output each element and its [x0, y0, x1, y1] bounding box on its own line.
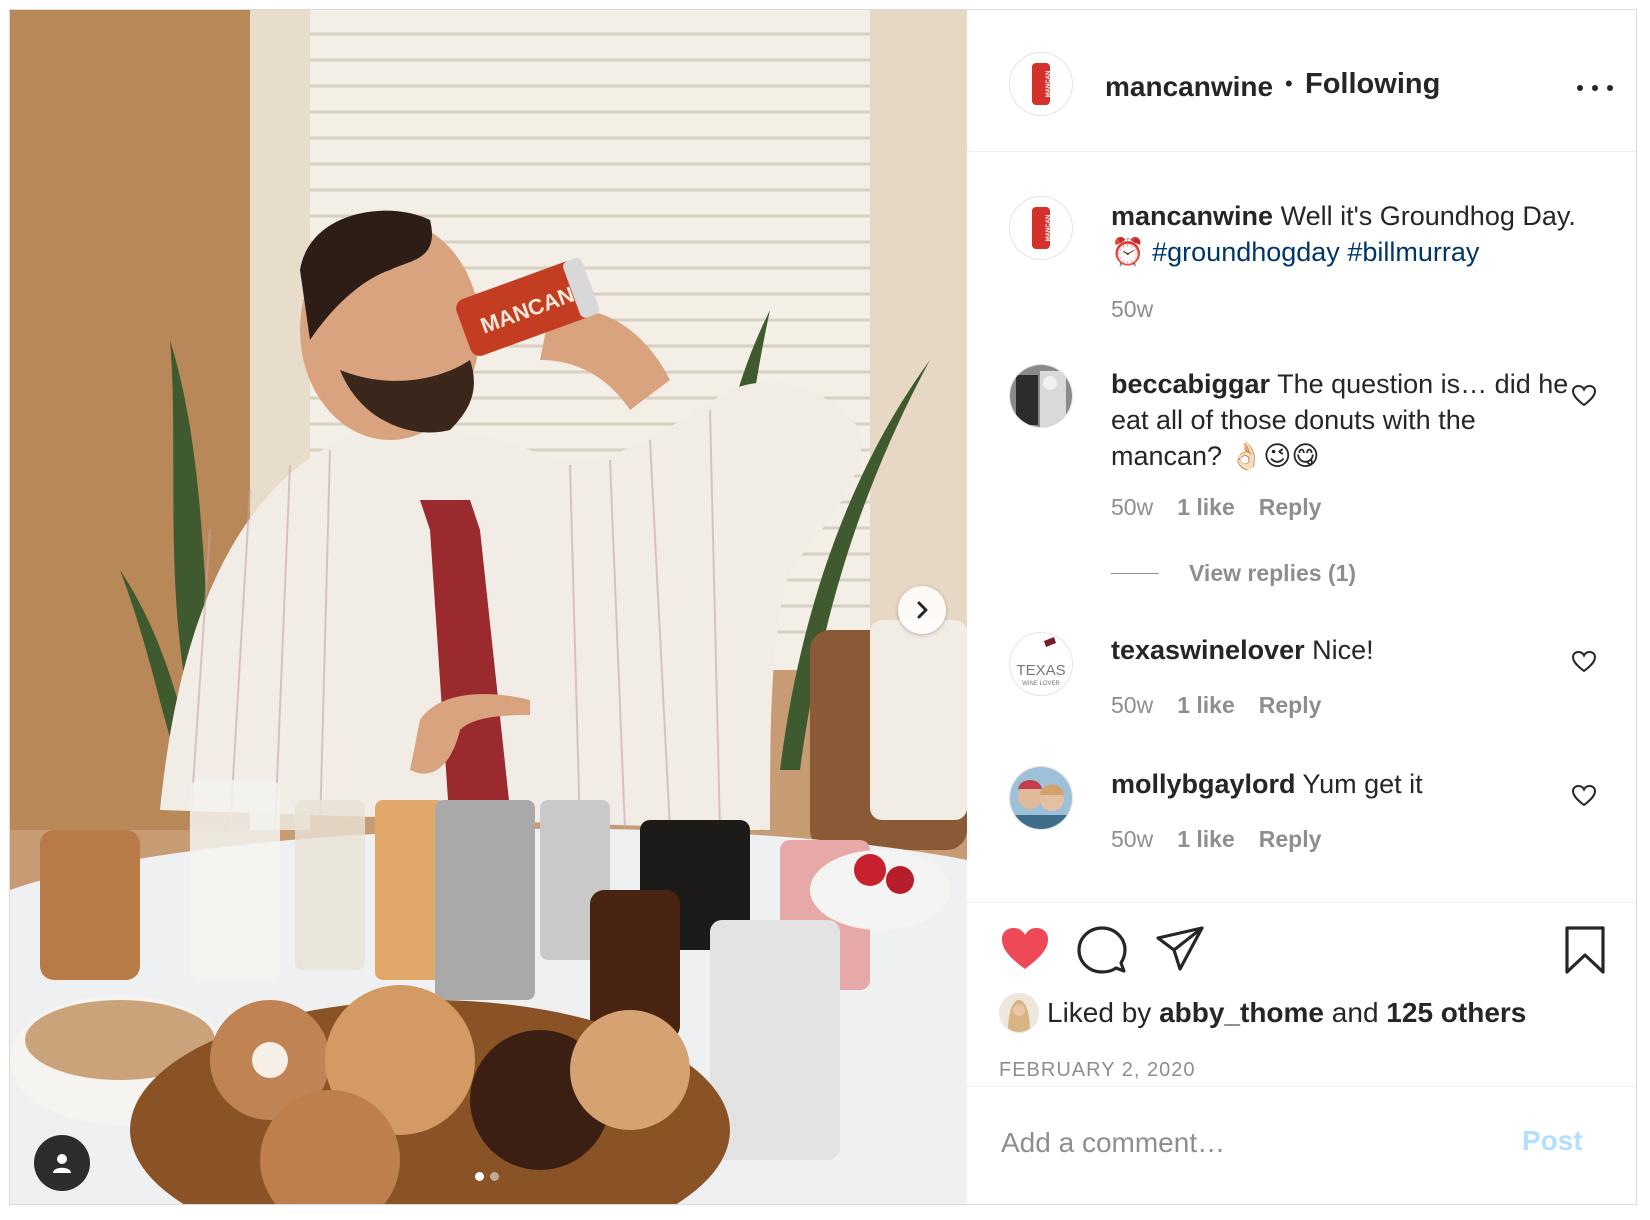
post-side-panel: MANCAN mancanwine • Following MANCAN man… — [967, 10, 1636, 1204]
comment-username[interactable]: mollybgaylord — [1111, 769, 1296, 799]
caption-meta: 50w — [1111, 296, 1153, 323]
comment-text: Nice! — [1312, 635, 1374, 665]
comment-text: Yum get it — [1302, 769, 1423, 799]
post-comment-button[interactable]: Post — [1522, 1125, 1583, 1157]
comment-username[interactable]: texaswinelover — [1111, 635, 1305, 665]
comment-body: texaswinelover Nice! — [1111, 632, 1581, 668]
replies-line — [1111, 573, 1159, 574]
likes-count[interactable]: 125 others — [1386, 997, 1526, 1029]
reply-button[interactable]: Reply — [1259, 826, 1322, 853]
svg-text:TEXAS: TEXAS — [1016, 662, 1065, 679]
caption-text: Well it's Groundhog Day. — [1280, 201, 1576, 231]
comment-meta: 50w 1 like Reply — [1111, 692, 1321, 719]
comment-likes[interactable]: 1 like — [1177, 494, 1235, 521]
caption-author-avatar[interactable]: MANCAN — [1009, 196, 1073, 260]
commenter-avatar[interactable]: TEXAS WINE LOVER — [1009, 632, 1073, 696]
comment-time[interactable]: 50w — [1111, 494, 1153, 521]
alarm-clock-emoji: ⏰ — [1111, 237, 1145, 267]
post-header: MANCAN mancanwine • Following — [967, 10, 1636, 152]
comment-heart-icon[interactable] — [1571, 650, 1597, 674]
caption-body: mancanwine Well it's Groundhog Day. ⏰ #g… — [1111, 198, 1581, 270]
hashtag-link[interactable]: #billmurray — [1347, 237, 1479, 267]
comment-heart-icon[interactable] — [1571, 384, 1597, 408]
likes-summary: Liked by abby_thome and 125 others — [999, 993, 1526, 1033]
chevron-right-icon — [917, 601, 928, 619]
post-actions: Liked by abby_thome and 125 others FEBRU… — [967, 902, 1636, 1086]
view-replies-button[interactable]: View replies (1) — [1111, 560, 1356, 587]
commenter-avatar[interactable] — [1009, 766, 1073, 830]
photo-scene: MANCAN — [10, 10, 967, 1204]
mancan-logo: MANCAN — [1032, 207, 1052, 249]
commenter-avatar[interactable] — [1009, 364, 1073, 428]
add-comment-bar: Post — [967, 1086, 1636, 1204]
liked-by-user[interactable]: abby_thome — [1159, 997, 1324, 1029]
texas-wine-lover-logo: TEXAS WINE LOVER — [1010, 633, 1072, 695]
author-avatar[interactable]: MANCAN — [1009, 52, 1073, 116]
comment-input[interactable] — [999, 1117, 1483, 1169]
reply-button[interactable]: Reply — [1259, 692, 1322, 719]
svg-text:MANCAN: MANCAN — [1046, 215, 1052, 242]
avatar-photo — [1010, 365, 1072, 427]
more-dot — [1592, 85, 1598, 91]
comment-heart-icon[interactable] — [1571, 784, 1597, 808]
author-username[interactable]: mancanwine — [1105, 71, 1273, 103]
liked-by-prefix: Liked by — [1047, 997, 1152, 1028]
carousel-next-button[interactable] — [898, 586, 946, 634]
post-photo[interactable]: MANCAN — [10, 10, 967, 1204]
liker-avatar[interactable] — [999, 993, 1039, 1033]
comment-body: beccabiggar The question is… did he eat … — [1111, 366, 1581, 474]
following-button[interactable]: Following — [1305, 68, 1440, 101]
bookmark-icon[interactable] — [1563, 925, 1607, 975]
comment-icon[interactable] — [1077, 925, 1127, 975]
header-separator: • — [1285, 71, 1293, 96]
reply-button[interactable]: Reply — [1259, 494, 1322, 521]
avatar-photo — [1000, 994, 1038, 1032]
comment-time[interactable]: 50w — [1111, 692, 1153, 719]
paper-plane-icon[interactable] — [1155, 925, 1205, 973]
svg-text:WINE LOVER: WINE LOVER — [1022, 681, 1060, 687]
caption-time[interactable]: 50w — [1111, 296, 1153, 323]
mancan-logo: MANCAN — [1032, 63, 1052, 105]
more-options-icon[interactable] — [1577, 80, 1613, 96]
more-dot — [1607, 85, 1613, 91]
svg-text:MANCAN: MANCAN — [1046, 71, 1052, 98]
carousel-dot — [490, 1172, 499, 1181]
comment-likes[interactable]: 1 like — [1177, 692, 1235, 719]
caption-username[interactable]: mancanwine — [1111, 201, 1273, 231]
post-date[interactable]: FEBRUARY 2, 2020 — [999, 1059, 1195, 1082]
comment-meta: 50w 1 like Reply — [1111, 494, 1321, 521]
carousel-indicator — [475, 1172, 499, 1181]
comment-time[interactable]: 50w — [1111, 826, 1153, 853]
view-replies-label: View replies (1) — [1189, 560, 1357, 586]
heart-icon[interactable] — [999, 925, 1051, 973]
avatar-photo — [1010, 767, 1072, 829]
carousel-dot-active — [475, 1172, 484, 1181]
instagram-post: MANCAN MANCAN mancanwine • Following MAN… — [9, 9, 1637, 1205]
user-tag-icon — [53, 1154, 71, 1173]
more-dot — [1577, 85, 1583, 91]
hashtag-link[interactable]: #groundhogday — [1152, 237, 1340, 267]
comment-meta: 50w 1 like Reply — [1111, 826, 1321, 853]
comment-likes[interactable]: 1 like — [1177, 826, 1235, 853]
comment-body: mollybgaylord Yum get it — [1111, 766, 1581, 802]
comment-username[interactable]: beccabiggar — [1111, 369, 1270, 399]
liked-by-joiner: and — [1331, 997, 1379, 1028]
comments-list[interactable]: MANCAN mancanwine Well it's Groundhog Da… — [967, 152, 1636, 902]
tagged-users-button[interactable] — [34, 1135, 90, 1191]
